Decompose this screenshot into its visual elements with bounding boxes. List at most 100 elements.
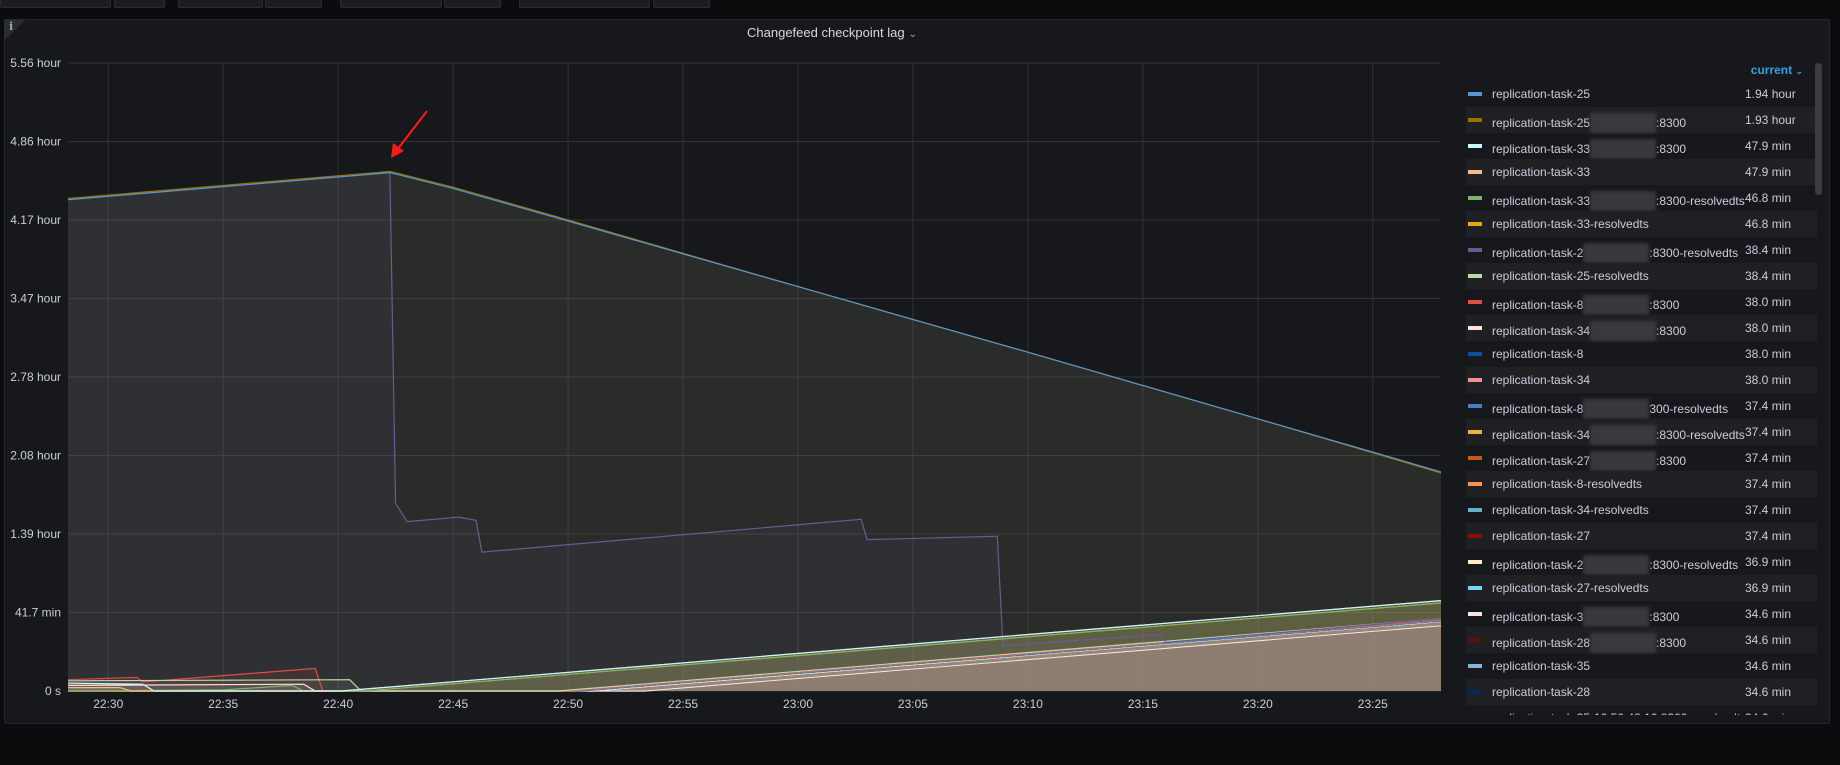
legend-name-start: replication-task-8 [1492, 298, 1584, 312]
legend-color-swatch[interactable] [1468, 300, 1482, 304]
legend-series-name[interactable]: replication-task-33:8300 [1492, 139, 1686, 159]
legend-series-name[interactable]: replication-task-34:8300-resolvedts [1492, 425, 1745, 445]
legend-current-header[interactable]: current ⌄ [1700, 63, 1803, 77]
legend-series-name[interactable]: replication-task-35 [1492, 659, 1590, 673]
legend-color-swatch[interactable] [1468, 586, 1482, 590]
legend-series-name[interactable]: replication-task-8 300-resolvedts [1492, 399, 1728, 419]
legend-series-name[interactable]: replication-task-34 [1492, 373, 1590, 387]
legend-item[interactable]: replication-task-35 34.6 min [1466, 653, 1817, 679]
y-tick-label: 3.47 hour [10, 292, 61, 306]
legend-series-name[interactable]: replication-task-3:8300 [1492, 607, 1679, 627]
legend-item[interactable]: replication-task-28 34.6 min [1466, 679, 1817, 705]
legend-current-value: 46.8 min [1745, 191, 1792, 205]
legend-current-value: 37.4 min [1745, 399, 1792, 413]
legend-series-name[interactable]: replication-task-25-resolvedts [1492, 269, 1649, 283]
legend-color-swatch[interactable] [1468, 534, 1482, 538]
legend-series-name[interactable]: replication-task-33:8300-resolvedts [1492, 191, 1745, 211]
legend-series-name[interactable]: replication-task-35-10.50.48.10:8300-res… [1492, 711, 1746, 715]
legend-name-start: replication-task-34 [1492, 324, 1591, 338]
legend-current-value: 34.6 min [1745, 711, 1817, 715]
legend-item[interactable]: replication-task-27 37.4 min [1466, 523, 1817, 549]
legend-series-name[interactable]: replication-task-25 [1492, 87, 1590, 101]
legend-series-name[interactable]: replication-task-27:8300 [1492, 451, 1686, 471]
legend-color-swatch[interactable] [1468, 638, 1482, 642]
legend-series-name[interactable]: replication-task-33 [1492, 165, 1590, 179]
legend-color-swatch[interactable] [1468, 144, 1482, 148]
legend-item[interactable]: replication-task-25 1.94 hour [1466, 81, 1817, 107]
legend-series-name[interactable]: replication-task-25:8300 [1492, 113, 1686, 133]
legend-scrollbar[interactable] [1815, 63, 1822, 195]
legend-item[interactable]: replication-task-34:8300-resolvedts 37.4 … [1466, 419, 1817, 445]
redacted-hostname [1583, 295, 1650, 315]
legend-item[interactable]: replication-task-28:8300 34.6 min [1466, 627, 1817, 653]
legend-item[interactable]: replication-task-33 47.9 min [1466, 159, 1817, 185]
legend-color-swatch[interactable] [1468, 170, 1482, 174]
legend-name-start: replication-task-8 [1492, 402, 1584, 416]
legend-color-swatch[interactable] [1468, 690, 1482, 694]
legend-color-swatch[interactable] [1468, 118, 1482, 122]
legend-series-name[interactable]: replication-task-8 [1492, 347, 1583, 361]
legend-color-swatch[interactable] [1468, 612, 1482, 616]
legend-color-swatch[interactable] [1468, 274, 1482, 278]
legend-series-name[interactable]: replication-task-34-resolvedts [1492, 503, 1649, 517]
legend-series-name[interactable]: replication-task-28:8300 [1492, 633, 1686, 653]
legend-item[interactable]: replication-task-8 38.0 min [1466, 341, 1817, 367]
legend-series-name[interactable]: replication-task-27-resolvedts [1492, 581, 1649, 595]
legend-current-value: 37.4 min [1745, 503, 1792, 517]
legend-color-swatch[interactable] [1468, 92, 1482, 96]
legend-name-end: :8300-resolvedts [1649, 246, 1739, 260]
legend-color-swatch[interactable] [1468, 352, 1482, 356]
legend-item[interactable]: replication-task-3:8300 34.6 min [1466, 601, 1817, 627]
legend-color-swatch[interactable] [1468, 404, 1482, 408]
redacted-hostname [1590, 113, 1657, 133]
chevron-down-icon[interactable]: ⌄ [1795, 66, 1803, 76]
legend-color-swatch[interactable] [1468, 196, 1482, 200]
legend-series-name[interactable]: replication-task-28 [1492, 685, 1590, 699]
legend-item[interactable]: replication-task-34-resolvedts 37.4 min [1466, 497, 1817, 523]
legend-item[interactable]: replication-task-33:8300 47.9 min [1466, 133, 1817, 159]
legend-series-name[interactable]: replication-task-34:8300 [1492, 321, 1686, 341]
legend-color-swatch[interactable] [1468, 560, 1482, 564]
legend-color-swatch[interactable] [1468, 378, 1482, 382]
legend-color-swatch[interactable] [1468, 430, 1482, 434]
legend-item[interactable]: replication-task-8-resolvedts 37.4 min [1466, 471, 1817, 497]
legend-color-swatch[interactable] [1468, 222, 1482, 226]
legend-series-name[interactable]: replication-task-27 [1492, 529, 1590, 543]
legend-item[interactable]: replication-task-27-resolvedts 36.9 min [1466, 575, 1817, 601]
legend-current-value: 34.6 min [1745, 685, 1792, 699]
redacted-hostname [1583, 607, 1650, 627]
legend-current-label[interactable]: current [1751, 63, 1792, 77]
legend-series-name[interactable]: replication-task-2:8300-resolvedts [1492, 555, 1738, 575]
legend-item[interactable]: replication-task-25:8300 1.93 hour [1466, 107, 1817, 133]
legend-item[interactable]: replication-task-33:8300-resolvedts 46.8 … [1466, 185, 1817, 211]
legend-item[interactable]: replication-task-35-10.50.48.10:8300-res… [1466, 705, 1817, 715]
legend-item[interactable]: replication-task-33-resolvedts 46.8 min [1466, 211, 1817, 237]
redacted-hostname [1583, 399, 1650, 419]
legend-item[interactable]: replication-task-34 38.0 min [1466, 367, 1817, 393]
legend-color-swatch[interactable] [1468, 248, 1482, 252]
legend-current-value: 1.94 hour [1745, 87, 1796, 101]
legend-item[interactable]: replication-task-2:8300-resolvedts 38.4 m… [1466, 237, 1817, 263]
legend-name-end: :8300 [1656, 142, 1687, 156]
y-tick-label: 4.17 hour [10, 213, 61, 227]
legend-series-name[interactable]: replication-task-2:8300-resolvedts [1492, 243, 1738, 263]
legend-item[interactable]: replication-task-27:8300 37.4 min [1466, 445, 1817, 471]
legend-item[interactable]: replication-task-8 300-resolvedts 37.4 min [1466, 393, 1817, 419]
legend-item[interactable]: replication-task-25-resolvedts 38.4 min [1466, 263, 1817, 289]
legend-color-swatch[interactable] [1468, 508, 1482, 512]
legend-color-swatch[interactable] [1468, 326, 1482, 330]
legend-item[interactable]: replication-task-2:8300-resolvedts 36.9 m… [1466, 549, 1817, 575]
legend-item[interactable]: replication-task-8:8300 38.0 min [1466, 289, 1817, 315]
legend-color-swatch[interactable] [1468, 664, 1482, 668]
legend-color-swatch[interactable] [1468, 456, 1482, 460]
legend-series-name[interactable]: replication-task-8-resolvedts [1492, 477, 1642, 491]
series-fills [68, 171, 1441, 692]
legend-series-name[interactable]: replication-task-33-resolvedts [1492, 217, 1649, 231]
x-tick-label: 23:00 [783, 697, 813, 711]
legend-color-swatch[interactable] [1468, 482, 1482, 486]
legend-name-end: :8300-resolvedts [1649, 558, 1739, 572]
legend-series-name[interactable]: replication-task-8:8300 [1492, 295, 1679, 315]
x-tick-label: 22:30 [93, 697, 123, 711]
legend-item[interactable]: replication-task-34:8300 38.0 min [1466, 315, 1817, 341]
x-tick-label: 22:40 [323, 697, 353, 711]
